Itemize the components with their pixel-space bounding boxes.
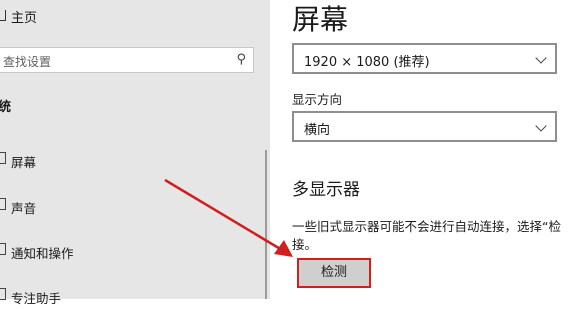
notification-icon [0, 243, 6, 255]
search-input[interactable]: 查找设置 ⚲ [0, 47, 254, 73]
home-icon [0, 10, 6, 21]
sidebar-item-notifications[interactable]: 通知和操作 [0, 238, 260, 264]
display-settings-page: 屏幕 1920 × 1080 (推荐) 显示方向 横向 多显示器 一些旧式显示器… [270, 0, 570, 299]
sidebar-item-sound[interactable]: 声音 [0, 193, 260, 219]
multi-display-title: 多显示器 [292, 180, 360, 200]
sidebar-item-focus-assist[interactable]: 专注助手 [0, 283, 260, 309]
page-title: 屏幕 [292, 3, 349, 36]
orientation-value: 横向 [304, 123, 331, 138]
nav-home[interactable]: 主页 [11, 7, 37, 26]
moon-icon [0, 288, 6, 300]
resolution-dropdown[interactable]: 1920 × 1080 (推荐) [292, 43, 557, 74]
sidebar-item-display[interactable]: 屏幕 [0, 147, 260, 173]
settings-sidebar: 主页 查找设置 ⚲ 统 屏幕 声音 通知和操作 专注助手 [0, 0, 270, 306]
description-line: 接。 [292, 237, 318, 252]
detect-button[interactable]: 检测 [297, 258, 371, 288]
orientation-label: 显示方向 [292, 92, 343, 107]
sidebar-scrollbar[interactable] [265, 150, 267, 299]
multi-display-description: 一些旧式显示器可能不会进行自动连接，选择“检 接。 [292, 218, 570, 254]
sidebar-item-label: 专注助手 [11, 291, 62, 306]
sidebar-item-label: 通知和操作 [11, 246, 74, 261]
sidebar-item-label: 声音 [11, 201, 37, 216]
description-line: 一些旧式显示器可能不会进行自动连接，选择“检 [292, 219, 561, 234]
search-placeholder: 查找设置 [3, 55, 52, 69]
resolution-value: 1920 × 1080 (推荐) [304, 55, 430, 70]
monitor-icon [0, 152, 6, 164]
search-icon[interactable]: ⚲ [236, 52, 246, 67]
sidebar-item-label: 屏幕 [11, 155, 37, 170]
chevron-down-icon [535, 52, 547, 64]
section-header-system: 统 [0, 100, 12, 115]
speaker-icon [0, 198, 6, 210]
chevron-down-icon [535, 120, 547, 132]
orientation-dropdown[interactable]: 横向 [292, 111, 557, 142]
